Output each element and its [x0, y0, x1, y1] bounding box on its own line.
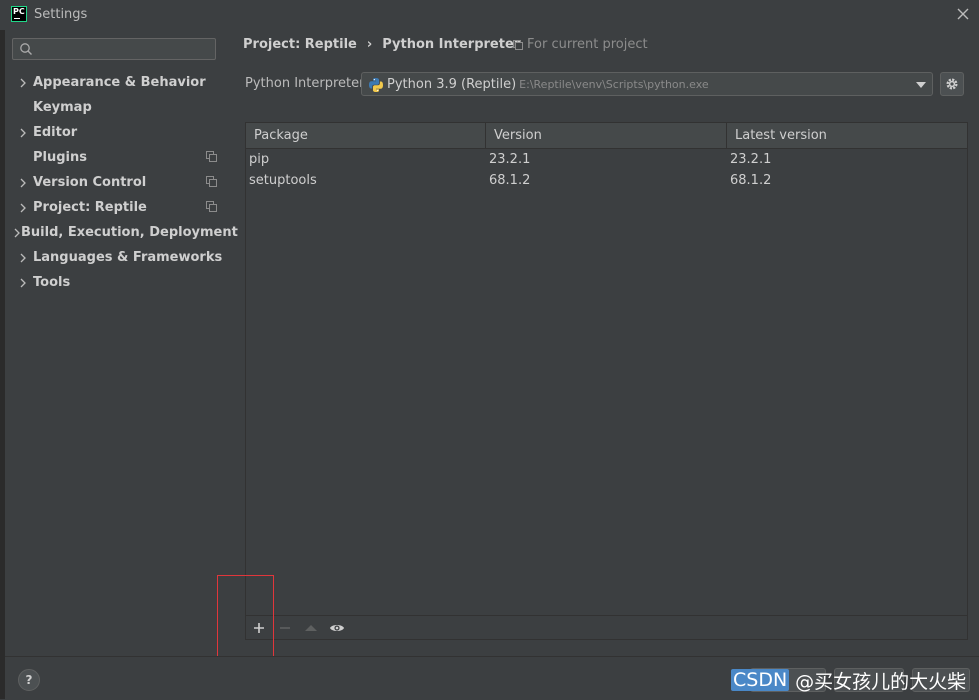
watermark-handle: @买女孩儿的大火柴	[795, 670, 967, 693]
sidebar-item-plugins[interactable]: Plugins	[13, 145, 225, 170]
sidebar-item-tools[interactable]: Tools	[13, 270, 225, 295]
sidebar-item-editor[interactable]: Editor	[13, 120, 225, 145]
chevron-right-icon	[13, 278, 33, 288]
window-title: Settings	[34, 7, 88, 22]
column-header-package[interactable]: Package	[254, 128, 308, 143]
interpreter-value: Python 3.9 (Reptile) E:\Reptile\venv\Scri…	[387, 77, 709, 92]
table-row[interactable]: pip 23.2.1 23.2.1	[246, 149, 967, 170]
settings-search-box[interactable]	[12, 38, 216, 60]
scope-label: For current project	[527, 37, 648, 52]
sidebar-item-label: Editor	[33, 125, 78, 140]
interpreter-settings-button[interactable]	[940, 72, 964, 96]
sidebar-item-label: Languages & Frameworks	[33, 250, 223, 265]
column-header-latest-version[interactable]: Latest version	[735, 128, 827, 143]
breadcrumb: Project: Reptile › Python Interpreter	[243, 37, 520, 52]
sidebar-item-label: Project: Reptile	[33, 200, 147, 215]
package-name-cell: pip	[249, 152, 270, 167]
sidebar-item-keymap[interactable]: Keymap	[13, 95, 225, 120]
chevron-right-icon	[13, 253, 33, 263]
breadcrumb-separator: ›	[366, 37, 373, 52]
chevron-right-icon	[13, 228, 21, 238]
latest-version-cell: 68.1.2	[730, 173, 772, 188]
project-scope-icon	[206, 201, 217, 212]
close-icon[interactable]	[954, 5, 972, 23]
remove-package-icon[interactable]	[277, 620, 293, 636]
chevron-right-icon	[13, 178, 33, 188]
scope-indicator: For current project	[513, 37, 648, 52]
sidebar-item-label: Keymap	[33, 100, 92, 115]
latest-version-cell: 23.2.1	[730, 152, 772, 167]
watermark-brand: CSDN	[731, 669, 790, 691]
csdn-watermark: CSDN @买女孩儿的大火柴	[731, 668, 967, 693]
upgrade-package-icon[interactable]	[303, 620, 319, 636]
chevron-down-icon	[916, 82, 926, 88]
sidebar-item-label: Version Control	[33, 175, 147, 190]
column-header-version[interactable]: Version	[494, 128, 542, 143]
sidebar-item-label: Tools	[33, 275, 71, 290]
pycharm-logo-icon: PC	[11, 6, 27, 22]
project-scope-icon	[206, 176, 217, 187]
column-divider[interactable]	[726, 123, 727, 148]
breadcrumb-current: Python Interpreter	[382, 37, 521, 52]
eye-icon[interactable]	[329, 620, 345, 636]
search-icon	[20, 43, 32, 55]
interpreter-label: Python Interpreter:	[245, 76, 369, 91]
interpreter-name: Python 3.9 (Reptile)	[387, 77, 517, 92]
project-scope-icon	[513, 39, 523, 50]
sidebar-item-label: Build, Execution, Deployment	[21, 225, 238, 240]
gear-icon	[946, 78, 958, 90]
chevron-right-icon	[13, 78, 33, 88]
help-button[interactable]: ?	[18, 669, 40, 691]
breadcrumb-parent[interactable]: Project: Reptile	[243, 37, 357, 52]
chevron-right-icon	[13, 128, 33, 138]
sidebar-item-project-reptile[interactable]: Project: Reptile	[13, 195, 225, 220]
logo-underline	[14, 18, 20, 19]
sidebar-item-languages-frameworks[interactable]: Languages & Frameworks	[13, 245, 225, 270]
chevron-right-icon	[13, 203, 33, 213]
sidebar-item-appearance-behavior[interactable]: Appearance & Behavior	[13, 70, 225, 95]
title-bar: PC Settings	[0, 0, 979, 30]
sidebar-item-label: Plugins	[33, 150, 87, 165]
packages-panel: Package Version Latest version pip 23.2.1…	[245, 122, 968, 640]
packages-toolbar	[246, 615, 967, 640]
sidebar-item-build-execution-deployment[interactable]: Build, Execution, Deployment	[13, 220, 238, 245]
package-name-cell: setuptools	[249, 173, 317, 188]
version-cell: 68.1.2	[489, 173, 531, 188]
search-input[interactable]	[35, 40, 215, 60]
interpreter-path: E:\Reptile\venv\Scripts\python.exe	[519, 78, 709, 91]
table-row[interactable]: setuptools 68.1.2 68.1.2	[246, 170, 967, 191]
annotation-highlight-box	[217, 575, 274, 658]
sidebar-item-version-control[interactable]: Version Control	[13, 170, 225, 195]
column-divider[interactable]	[485, 123, 486, 148]
version-cell: 23.2.1	[489, 152, 531, 167]
packages-table-header: Package Version Latest version	[246, 123, 967, 149]
project-scope-icon	[206, 151, 217, 162]
python-icon	[369, 78, 383, 92]
sidebar-item-label: Appearance & Behavior	[33, 75, 206, 90]
interpreter-dropdown[interactable]: Python 3.9 (Reptile) E:\Reptile\venv\Scri…	[361, 72, 933, 96]
